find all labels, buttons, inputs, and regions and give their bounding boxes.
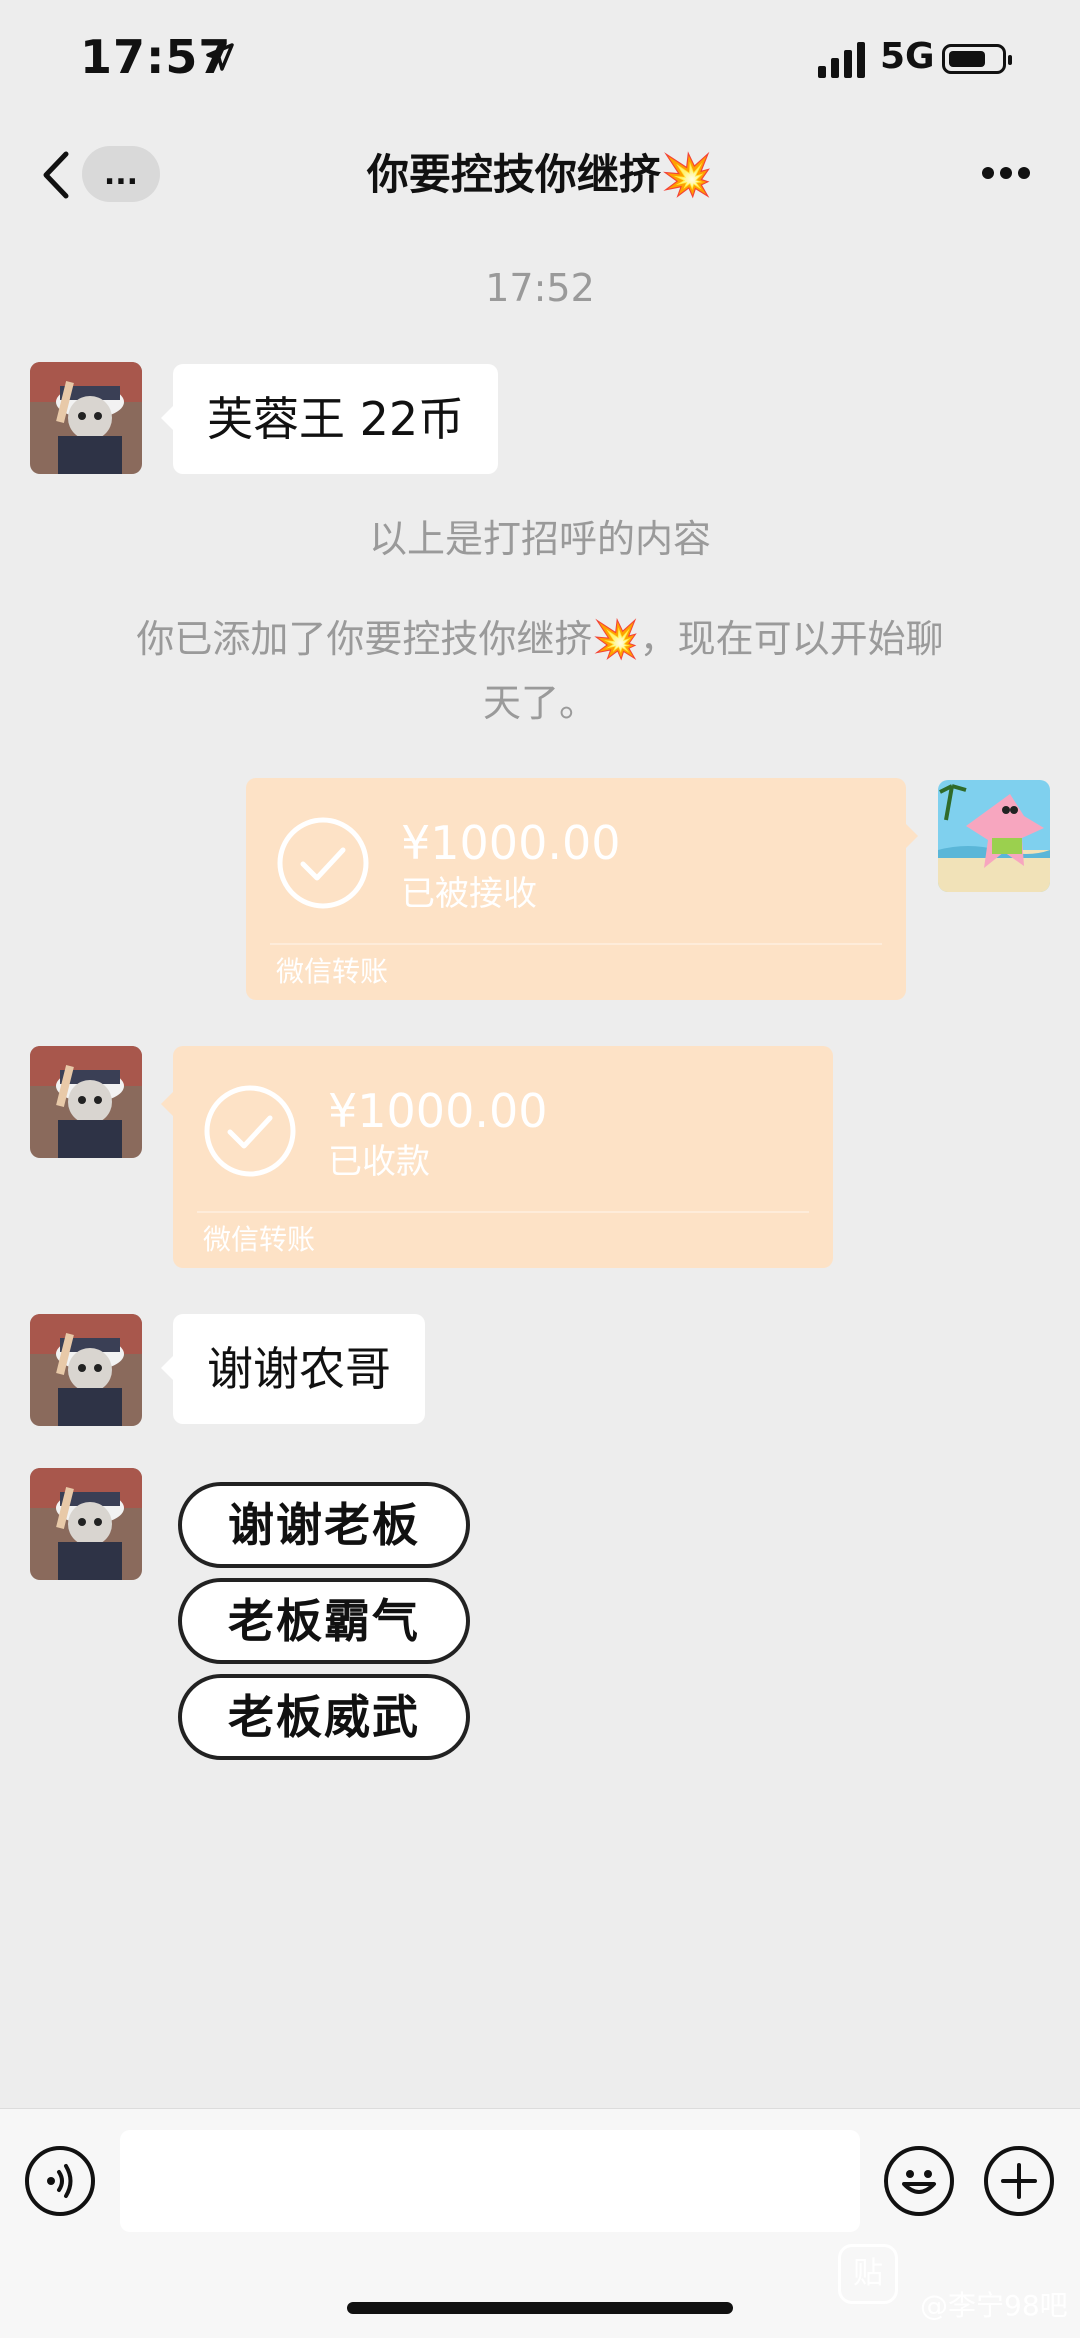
watermark: 贴 @李宁98吧	[836, 2244, 1080, 2324]
transfer-status: 已收款	[328, 1142, 430, 1182]
network-type: 5G	[880, 36, 935, 77]
contact-avatar[interactable]	[30, 1314, 142, 1426]
contact-avatar[interactable]	[30, 1046, 142, 1158]
transfer-amount: ¥1000.00	[401, 816, 621, 870]
sticker-item[interactable]: 老板威武	[178, 1674, 470, 1760]
contact-avatar[interactable]	[30, 362, 142, 474]
divider	[197, 1211, 809, 1213]
check-circle-icon	[277, 817, 369, 909]
signal-icon	[818, 42, 868, 78]
unread-badge[interactable]: ...	[82, 146, 160, 202]
system-notice: 以上是打招呼的内容	[368, 517, 711, 561]
more-icon[interactable]	[980, 165, 1032, 181]
battery-icon	[942, 44, 1012, 74]
transfer-label: 微信转账	[276, 955, 389, 988]
message-bubble[interactable]: 芙蓉王 22币	[160, 364, 499, 474]
sticker-item[interactable]: 谢谢老板	[178, 1482, 470, 1568]
watermark-text: @李宁98吧	[920, 2289, 1068, 2322]
watermark-logo: 贴	[838, 2244, 898, 2304]
message-bubble[interactable]: 谢谢农哥	[161, 1314, 425, 1424]
check-circle-icon	[204, 1085, 296, 1177]
voice-button[interactable]	[25, 2146, 95, 2216]
transfer-status: 已被接收	[401, 874, 537, 914]
plus-icon	[1001, 2163, 1037, 2199]
transfer-received-card[interactable]: ¥1000.00 已收款 微信转账	[161, 1046, 833, 1268]
my-avatar[interactable]	[938, 780, 1050, 892]
chat-timestamp: 17:52	[485, 266, 595, 310]
system-notice-line: 你已添加了你要控技你继挤💥，现在可以开始聊	[136, 617, 944, 661]
transfer-amount: ¥1000.00	[328, 1084, 548, 1138]
transfer-sent-card[interactable]: ¥1000.00 已被接收 微信转账	[246, 778, 918, 1000]
page-title: 你要控技你继挤💥	[366, 150, 714, 199]
divider	[270, 943, 882, 945]
contact-avatar[interactable]	[30, 1468, 142, 1580]
location-arrow-icon	[206, 43, 234, 71]
voice-icon	[47, 2164, 73, 2198]
emoji-button[interactable]	[884, 2146, 954, 2216]
emoji-icon	[902, 2170, 936, 2194]
system-notice-line: 天了。	[482, 681, 597, 725]
add-button[interactable]	[984, 2146, 1054, 2216]
transfer-label: 微信转账	[203, 1223, 316, 1256]
back-icon[interactable]	[36, 148, 76, 202]
home-indicator[interactable]	[347, 2302, 733, 2314]
sticker-item[interactable]: 老板霸气	[178, 1578, 470, 1664]
message-input[interactable]	[120, 2130, 860, 2232]
